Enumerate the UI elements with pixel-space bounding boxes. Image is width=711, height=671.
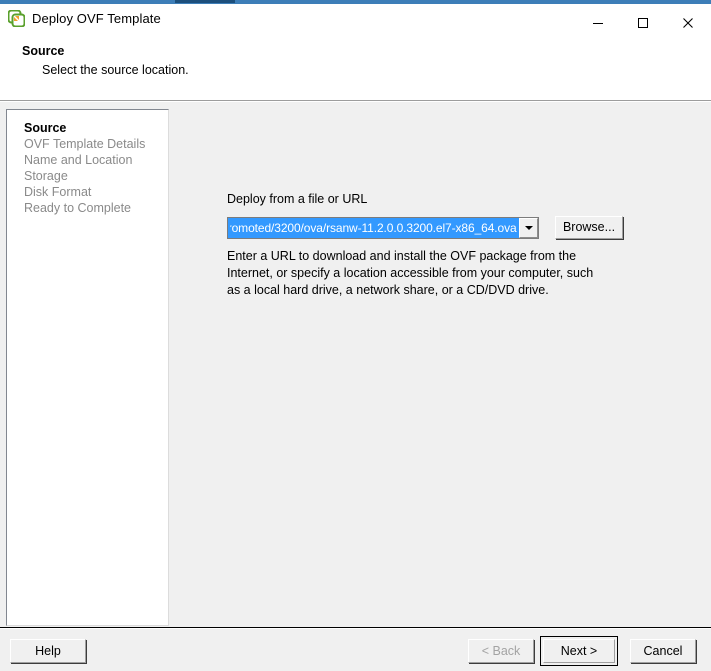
page-subtitle: Select the source location. [42, 63, 189, 77]
window-accent-seam [175, 0, 235, 3]
sidebar-item-label: OVF Template Details [24, 137, 146, 151]
close-button[interactable] [665, 8, 710, 38]
footer-divider-highlight [0, 628, 711, 629]
sidebar-item-name-and-location[interactable]: Name and Location [24, 152, 168, 168]
deploy-source-input[interactable] [228, 218, 519, 238]
back-button[interactable]: < Back [468, 639, 534, 663]
wizard-header: Source Select the source location. [0, 38, 711, 100]
page-title: Source [22, 44, 65, 58]
sidebar-item-label: Storage [24, 169, 68, 183]
source-description: Enter a URL to download and install the … [227, 249, 594, 297]
cancel-button[interactable]: Cancel [630, 639, 696, 663]
sidebar-item-label: Name and Location [24, 153, 133, 167]
browse-button[interactable]: Browse... [555, 216, 623, 239]
next-button-focus-ring: Next > [540, 636, 618, 666]
sidebar-item-disk-format[interactable]: Disk Format [24, 184, 168, 200]
deploy-source-label: Deploy from a file or URL [227, 192, 368, 206]
help-button[interactable]: Help [10, 639, 86, 663]
source-form: Deploy from a file or URL Browse... Ente… [170, 102, 711, 627]
ovf-template-icon [7, 9, 26, 28]
sidebar-item-label: Source [24, 121, 67, 135]
title-bar: Deploy OVF Template [0, 4, 711, 38]
sidebar-item-ready-to-complete[interactable]: Ready to Complete [24, 200, 168, 216]
sidebar-item-storage[interactable]: Storage [24, 168, 168, 184]
next-button[interactable]: Next > [543, 639, 615, 663]
wizard-body: Source OVF Template Details Name and Loc… [0, 102, 711, 627]
wizard-step-list: Source OVF Template Details Name and Loc… [24, 120, 168, 216]
chevron-down-icon[interactable] [519, 218, 538, 238]
sidebar-item-ovf-template-details[interactable]: OVF Template Details [24, 136, 168, 152]
maximize-button[interactable] [620, 8, 665, 38]
wizard-footer: Help < Back Next > Cancel [0, 627, 711, 671]
wizard-step-sidebar: Source OVF Template Details Name and Loc… [6, 109, 169, 626]
deploy-source-combobox[interactable] [227, 217, 539, 239]
minimize-button[interactable] [575, 8, 620, 38]
window-title: Deploy OVF Template [32, 11, 161, 26]
sidebar-item-source[interactable]: Source [24, 120, 168, 136]
sidebar-item-label: Disk Format [24, 185, 92, 199]
sidebar-item-label: Ready to Complete [24, 201, 132, 215]
